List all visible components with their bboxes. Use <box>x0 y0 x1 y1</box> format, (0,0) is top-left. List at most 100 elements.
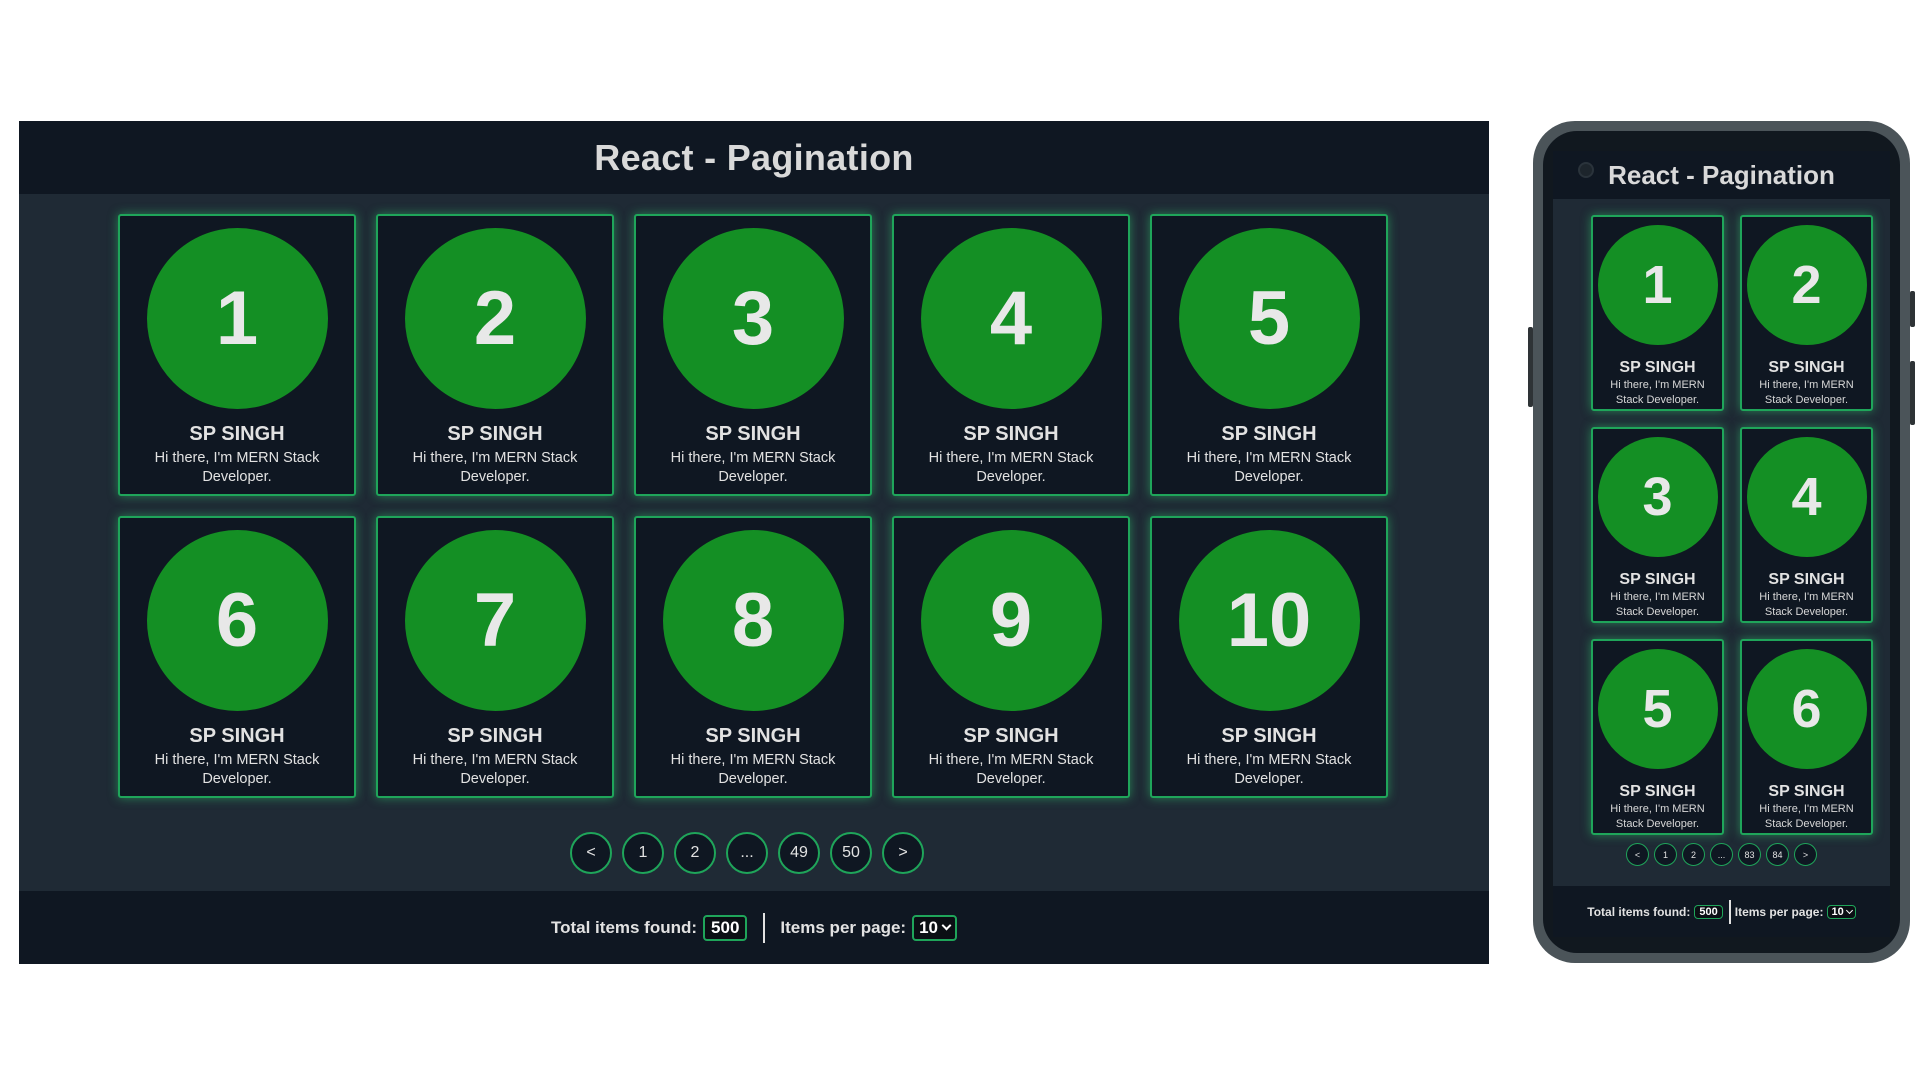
number-avatar: 10 <box>1178 530 1360 711</box>
card-description: Hi there, I'm MERN Stack Developer. <box>1186 752 1352 787</box>
prev-page-button[interactable]: < <box>1626 843 1649 866</box>
items-per-page-label: Items per page: <box>1734 904 1824 919</box>
card-description: Hi there, I'm MERN Stack Developer. <box>1186 450 1352 485</box>
profile-card[interactable]: 9 SP SINGH Hi there, I'm MERN Stack Deve… <box>892 516 1130 798</box>
profile-card[interactable]: 4 SP SINGH Hi there, I'm MERN Stack Deve… <box>1740 427 1873 623</box>
footer-divider <box>1728 899 1731 924</box>
number-avatar: 1 <box>146 228 328 409</box>
total-items-label: Total items found: <box>1587 904 1691 919</box>
page-button[interactable]: 50 <box>830 832 872 874</box>
footer-bar: Total items found: 500 Items per page: 1… <box>19 891 1489 964</box>
card-number: 6 <box>215 578 259 663</box>
card-name: SP SINGH <box>1221 423 1317 445</box>
total-items-value: 500 <box>703 914 748 941</box>
page-button[interactable]: 83 <box>1738 843 1761 866</box>
page-button[interactable]: 49 <box>778 832 820 874</box>
chevron-down-icon <box>1845 906 1853 914</box>
next-page-button[interactable]: > <box>882 832 924 874</box>
card-number: 5 <box>1642 679 1673 739</box>
card-description: Hi there, I'm MERN Stack Developer. <box>412 752 578 787</box>
number-avatar: 5 <box>1597 649 1718 769</box>
profile-card[interactable]: 4 SP SINGH Hi there, I'm MERN Stack Deve… <box>892 214 1130 496</box>
page-button[interactable]: 84 <box>1766 843 1789 866</box>
card-name: SP SINGH <box>189 423 285 445</box>
page-ellipsis-button[interactable]: ... <box>1710 843 1733 866</box>
profile-card[interactable]: 2 SP SINGH Hi there, I'm MERN Stack Deve… <box>376 214 614 496</box>
card-name: SP SINGH <box>447 725 543 747</box>
profile-card[interactable]: 10 SP SINGH Hi there, I'm MERN Stack Dev… <box>1150 516 1388 798</box>
number-avatar: 4 <box>1746 437 1867 557</box>
card-name: SP SINGH <box>189 725 285 747</box>
profile-card[interactable]: 6 SP SINGH Hi there, I'm MERN Stack Deve… <box>118 516 356 798</box>
phone-frame: React - Pagination 1 SP SINGH Hi there, … <box>1528 121 1915 963</box>
card-description: Hi there, I'm MERN Stack Developer. <box>928 450 1094 485</box>
page-button[interactable]: 1 <box>1654 843 1677 866</box>
mobile-view: React - Pagination 1 SP SINGH Hi there, … <box>1553 151 1890 937</box>
number-avatar: 6 <box>1746 649 1867 769</box>
page-button[interactable]: 2 <box>674 832 716 874</box>
card-description: Hi there, I'm MERN Stack Developer. <box>928 752 1094 787</box>
profile-card[interactable]: 1 SP SINGH Hi there, I'm MERN Stack Deve… <box>1591 215 1724 411</box>
card-number: 4 <box>1791 467 1822 527</box>
number-avatar: 8 <box>662 530 844 711</box>
card-name: SP SINGH <box>1619 571 1696 588</box>
profile-card[interactable]: 5 SP SINGH Hi there, I'm MERN Stack Deve… <box>1591 639 1724 835</box>
phone-side-button <box>1910 291 1915 327</box>
pagination: < 1 2 ... 83 84 > <box>1553 843 1890 866</box>
phone-side-button <box>1910 361 1915 425</box>
items-per-page-select[interactable]: 10 <box>1827 904 1856 919</box>
profile-card[interactable]: 1 SP SINGH Hi there, I'm MERN Stack Deve… <box>118 214 356 496</box>
items-per-page-value: 10 <box>1831 905 1844 918</box>
number-avatar: 2 <box>404 228 586 409</box>
card-name: SP SINGH <box>447 423 543 445</box>
number-avatar: 7 <box>404 530 586 711</box>
number-avatar: 1 <box>1597 225 1718 345</box>
card-description: Hi there, I'm MERN Stack Developer. <box>154 752 320 787</box>
card-number: 3 <box>731 276 775 361</box>
number-avatar: 2 <box>1746 225 1867 345</box>
card-number: 2 <box>473 276 517 361</box>
card-number: 2 <box>1791 255 1822 315</box>
profile-card[interactable]: 5 SP SINGH Hi there, I'm MERN Stack Deve… <box>1150 214 1388 496</box>
number-avatar: 3 <box>1597 437 1718 557</box>
page-title: React - Pagination <box>594 136 914 178</box>
profile-card[interactable]: 2 SP SINGH Hi there, I'm MERN Stack Deve… <box>1740 215 1873 411</box>
card-grid: 1 SP SINGH Hi there, I'm MERN Stack Deve… <box>1591 215 1873 835</box>
chevron-down-icon <box>941 920 952 931</box>
page-ellipsis-button[interactable]: ... <box>726 832 768 874</box>
profile-card[interactable]: 7 SP SINGH Hi there, I'm MERN Stack Deve… <box>376 516 614 798</box>
profile-card[interactable]: 3 SP SINGH Hi there, I'm MERN Stack Deve… <box>634 214 872 496</box>
page-title: React - Pagination <box>1608 159 1835 190</box>
card-description: Hi there, I'm MERN Stack Developer. <box>670 752 836 787</box>
number-avatar: 3 <box>662 228 844 409</box>
next-page-button[interactable]: > <box>1794 843 1817 866</box>
pagination: < 1 2 ... 49 50 > <box>19 832 1489 874</box>
total-items-value: 500 <box>1694 904 1723 919</box>
card-name: SP SINGH <box>705 725 801 747</box>
items-per-page-value: 10 <box>919 917 938 937</box>
page-button[interactable]: 1 <box>622 832 664 874</box>
profile-card[interactable]: 8 SP SINGH Hi there, I'm MERN Stack Deve… <box>634 516 872 798</box>
prev-page-button[interactable]: < <box>570 832 612 874</box>
number-avatar: 9 <box>920 530 1102 711</box>
card-description: Hi there, I'm MERN Stack Developer. <box>1759 379 1854 406</box>
total-items-label: Total items found: <box>550 917 698 937</box>
card-description: Hi there, I'm MERN Stack Developer. <box>412 450 578 485</box>
card-name: SP SINGH <box>1619 783 1696 800</box>
card-number: 10 <box>1226 578 1312 663</box>
profile-card[interactable]: 3 SP SINGH Hi there, I'm MERN Stack Deve… <box>1591 427 1724 623</box>
profile-card[interactable]: 6 SP SINGH Hi there, I'm MERN Stack Deve… <box>1740 639 1873 835</box>
card-description: Hi there, I'm MERN Stack Developer. <box>1610 379 1705 406</box>
card-number: 3 <box>1642 467 1673 527</box>
camera-icon <box>1578 162 1594 178</box>
footer-bar: Total items found: 500 Items per page: 1… <box>1553 886 1890 937</box>
card-name: SP SINGH <box>1619 359 1696 376</box>
page-button[interactable]: 2 <box>1682 843 1705 866</box>
card-number: 7 <box>473 578 517 663</box>
app-header: React - Pagination <box>19 121 1489 194</box>
card-name: SP SINGH <box>1768 571 1845 588</box>
app-header: React - Pagination <box>1553 151 1890 199</box>
items-per-page-select[interactable]: 10 <box>912 914 957 941</box>
number-avatar: 5 <box>1178 228 1360 409</box>
card-number: 9 <box>989 578 1033 663</box>
